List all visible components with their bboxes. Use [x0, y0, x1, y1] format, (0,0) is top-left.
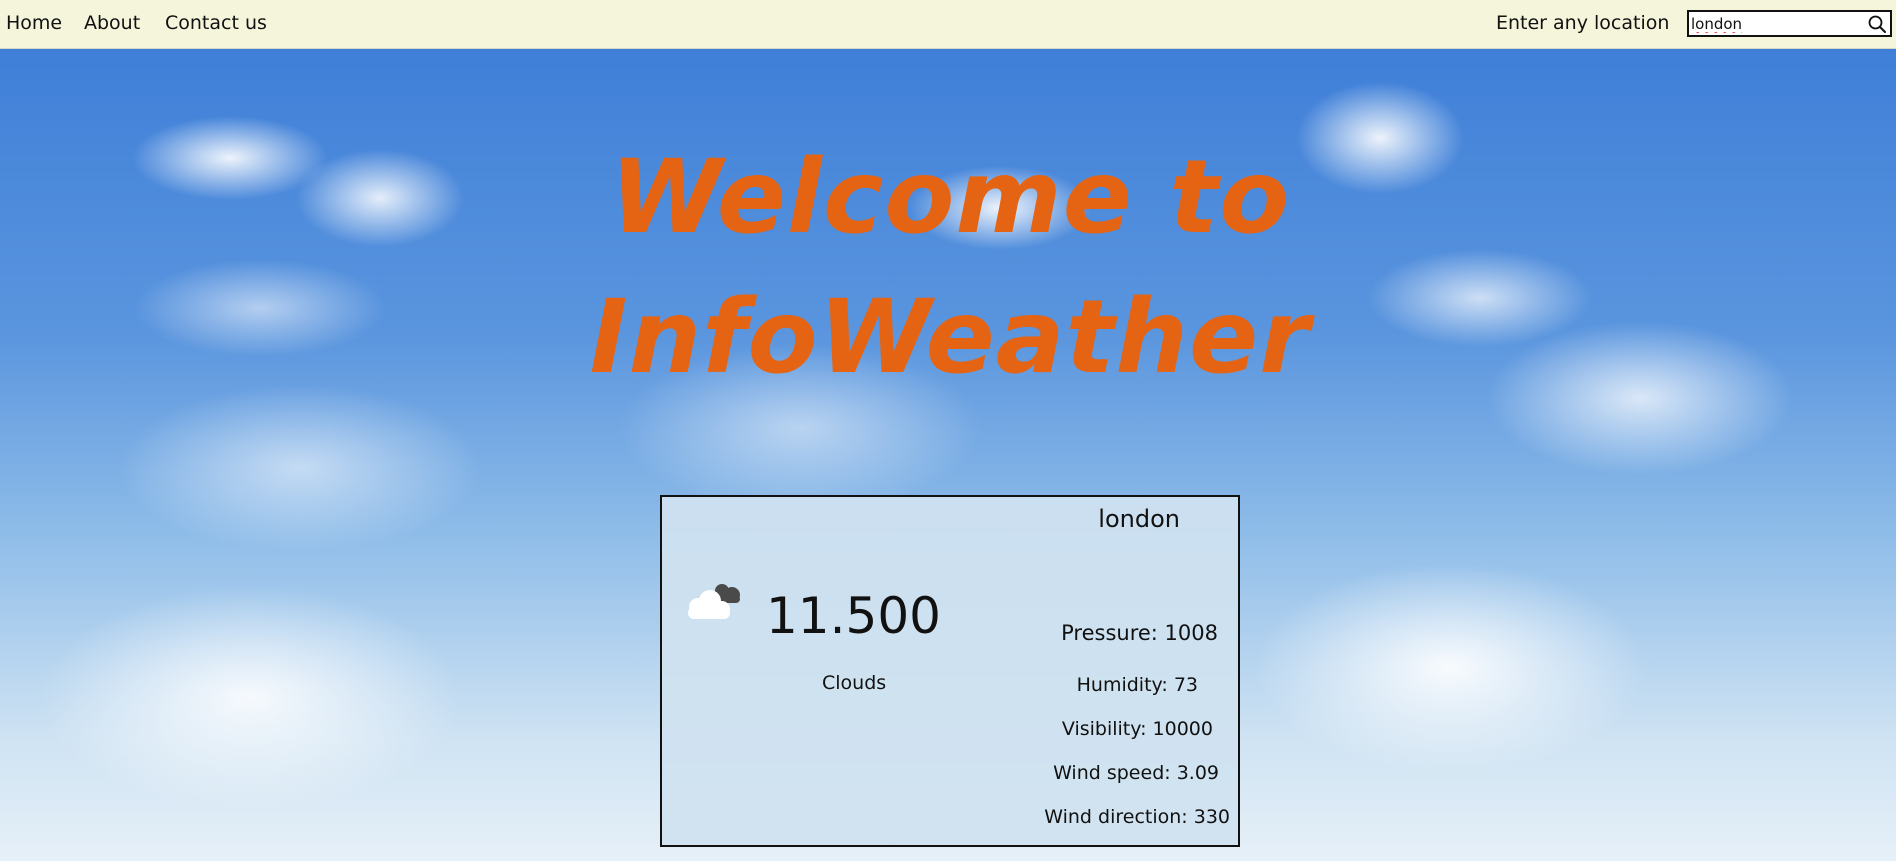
cloud-icon	[688, 584, 740, 619]
wind-direction-value: Wind direction: 330	[1044, 806, 1230, 828]
nav-contact-link[interactable]: Contact us	[165, 12, 267, 34]
search-label: Enter any location	[1496, 12, 1670, 34]
pressure-value: Pressure: 1008	[1061, 621, 1218, 645]
nav-home-link[interactable]: Home	[6, 12, 62, 34]
title-line-2: InfoWeather	[589, 278, 1311, 397]
top-navbar: Home About Contact us Enter any location	[0, 0, 1896, 49]
city-name: london	[1098, 505, 1180, 533]
visibility-value: Visibility: 10000	[1061, 718, 1213, 740]
weather-card: london 11.500 Clouds Pressure: 1008 Humi…	[660, 495, 1240, 847]
search-box	[1687, 10, 1892, 37]
page-title: Welcome to InfoWeather	[500, 128, 1400, 408]
humidity-value: Humidity: 73	[1076, 674, 1198, 696]
nav-about-link[interactable]: About	[84, 12, 140, 34]
wind-speed-value: Wind speed: 3.09	[1053, 762, 1219, 784]
weather-condition: Clouds	[822, 672, 887, 694]
search-icon[interactable]	[1867, 14, 1887, 34]
temperature-value: 11.500	[766, 587, 941, 645]
search-input[interactable]	[1689, 12, 1868, 35]
title-line-1: Welcome to	[609, 138, 1291, 257]
